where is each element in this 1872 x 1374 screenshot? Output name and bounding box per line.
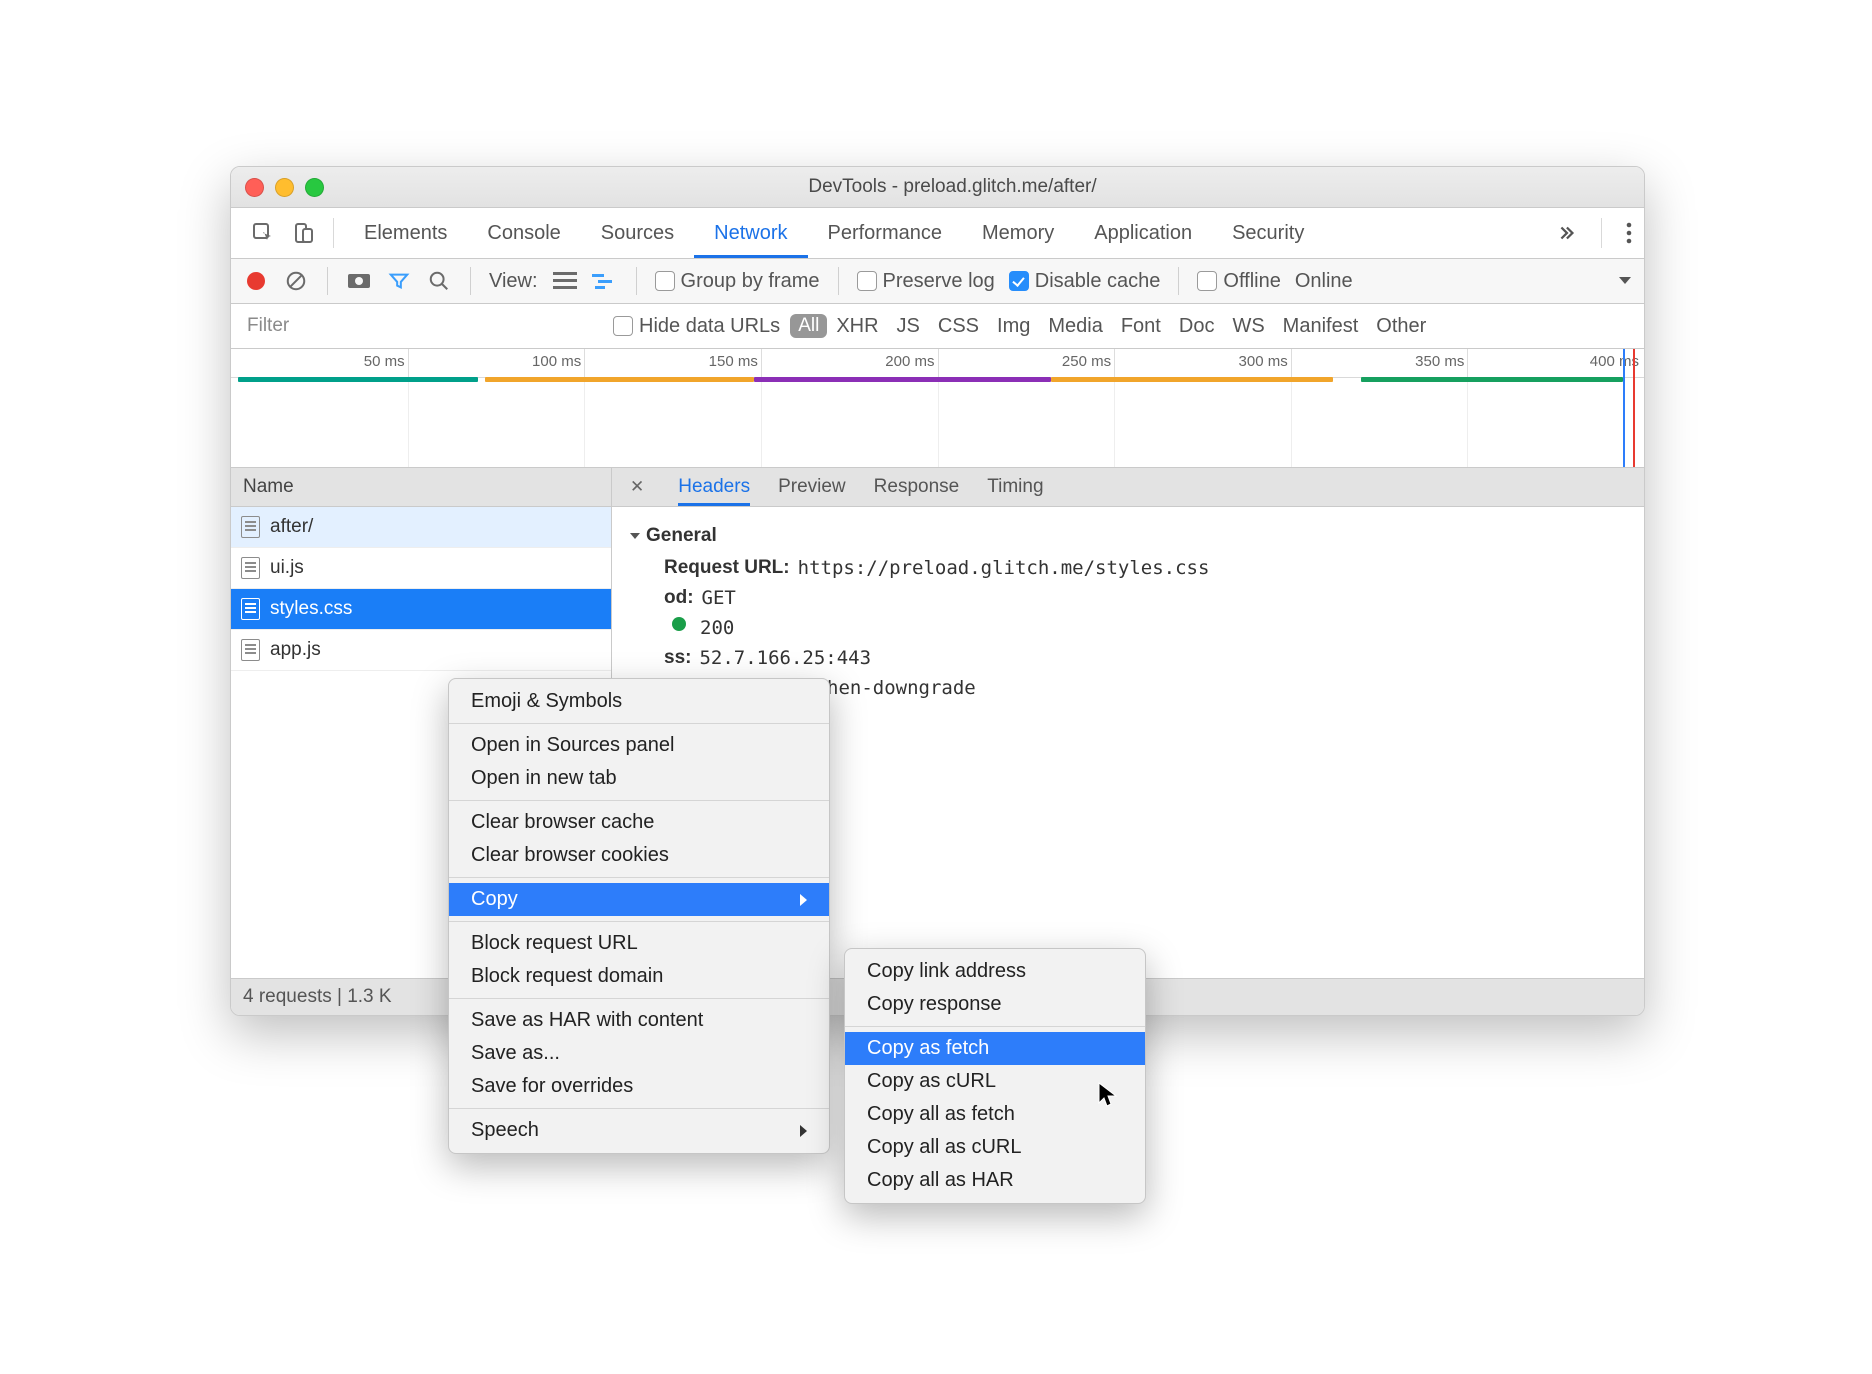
file-icon <box>241 639 260 661</box>
clear-button[interactable] <box>283 268 309 294</box>
window-title: DevTools - preload.glitch.me/after/ <box>335 176 1630 198</box>
devtools-window: DevTools - preload.glitch.me/after/ Elem… <box>230 166 1645 1016</box>
menu-item[interactable]: Clear browser cache <box>449 806 829 839</box>
request-row-selected[interactable]: styles.css <box>231 589 611 630</box>
filter-font[interactable]: Font <box>1112 315 1170 338</box>
close-details-icon[interactable]: ✕ <box>624 477 650 497</box>
filter-js[interactable]: JS <box>888 315 929 338</box>
tab-network[interactable]: Network <box>694 208 807 258</box>
status-dot-icon <box>672 617 686 631</box>
kv-method: od:GET <box>664 587 1626 609</box>
tab-application[interactable]: Application <box>1074 208 1212 258</box>
file-icon <box>241 598 260 620</box>
offline-checkbox[interactable]: Offline <box>1197 270 1280 293</box>
filter-ws[interactable]: WS <box>1223 315 1273 338</box>
preserve-log-checkbox[interactable]: Preserve log <box>857 270 995 293</box>
throttling-select[interactable]: Online <box>1295 270 1353 293</box>
tab-sources[interactable]: Sources <box>581 208 694 258</box>
cursor-icon <box>1098 1082 1118 1108</box>
hide-data-urls-checkbox[interactable]: Hide data URLs <box>613 315 780 338</box>
filter-xhr[interactable]: XHR <box>827 315 887 338</box>
details-tab-response[interactable]: Response <box>874 468 960 506</box>
details-tab-timing[interactable]: Timing <box>987 468 1043 506</box>
tab-memory[interactable]: Memory <box>962 208 1074 258</box>
filter-doc[interactable]: Doc <box>1170 315 1224 338</box>
kv-remote: ss:52.7.166.25:443 <box>664 647 1626 669</box>
waterfall-icon[interactable] <box>592 268 618 294</box>
menu-item[interactable]: Save as HAR with content <box>449 1004 829 1037</box>
details-tab-headers[interactable]: Headers <box>678 468 750 506</box>
kv-status: 200 <box>664 617 1626 639</box>
filter-bar: Hide data URLs All XHR JS CSS Img Media … <box>231 304 1644 349</box>
menu-item[interactable]: Save for overrides <box>449 1070 829 1103</box>
context-submenu[interactable]: Copy link addressCopy response Copy as fe… <box>844 948 1146 1204</box>
capture-screenshots-icon[interactable] <box>346 268 372 294</box>
large-rows-icon[interactable] <box>552 268 578 294</box>
request-list-header[interactable]: Name <box>231 468 611 507</box>
details-tab-preview[interactable]: Preview <box>778 468 846 506</box>
disclosure-triangle-icon <box>630 533 640 539</box>
file-icon <box>241 516 260 538</box>
kebab-menu-icon[interactable] <box>1626 222 1632 244</box>
disable-cache-checkbox[interactable]: Disable cache <box>1009 270 1161 293</box>
menu-item[interactable]: Copy response <box>845 988 1145 1021</box>
menu-item[interactable]: Copy all as cURL <box>845 1131 1145 1164</box>
kv-request-url: Request URL:https://preload.glitch.me/st… <box>664 557 1626 579</box>
filter-manifest[interactable]: Manifest <box>1274 315 1368 338</box>
menu-item[interactable]: Speech <box>449 1114 829 1147</box>
menu-item[interactable]: Open in Sources panel <box>449 729 829 762</box>
network-overview[interactable]: 50 ms 100 ms 150 ms 200 ms 250 ms 300 ms… <box>231 349 1644 468</box>
tab-performance[interactable]: Performance <box>808 208 963 258</box>
menu-item[interactable]: Copy link address <box>845 955 1145 988</box>
record-button[interactable] <box>243 268 269 294</box>
filter-input[interactable] <box>231 304 613 348</box>
menu-item[interactable]: Block request domain <box>449 960 829 993</box>
section-general[interactable]: General <box>630 525 1626 547</box>
submenu-arrow-icon <box>800 1125 807 1137</box>
tabs-overflow-icon[interactable] <box>1555 222 1577 244</box>
filter-css[interactable]: CSS <box>929 315 988 338</box>
window-close-button[interactable] <box>245 178 264 197</box>
inspect-element-icon[interactable] <box>249 219 277 247</box>
search-icon[interactable] <box>426 268 452 294</box>
menu-item[interactable]: Block request URL <box>449 927 829 960</box>
window-controls <box>245 178 324 197</box>
menu-item[interactable]: Save as... <box>449 1037 829 1070</box>
menu-item[interactable]: Copy as fetch <box>845 1032 1145 1065</box>
request-row[interactable]: app.js <box>231 630 611 671</box>
file-icon <box>241 557 260 579</box>
request-row[interactable]: ui.js <box>231 548 611 589</box>
view-label: View: <box>489 270 538 293</box>
filter-img[interactable]: Img <box>988 315 1039 338</box>
main-tabstrip: Elements Console Sources Network Perform… <box>231 208 1644 259</box>
network-toolbar: View: Group by frame Preserve log Disabl… <box>231 259 1644 304</box>
menu-item[interactable]: Copy <box>449 883 829 916</box>
filter-other[interactable]: Other <box>1367 315 1435 338</box>
tab-console[interactable]: Console <box>467 208 580 258</box>
menu-item[interactable]: Copy all as HAR <box>845 1164 1145 1197</box>
menu-item[interactable]: Open in new tab <box>449 762 829 795</box>
submenu-arrow-icon <box>800 894 807 906</box>
tab-security[interactable]: Security <box>1212 208 1324 258</box>
details-tabstrip: ✕ Headers Preview Response Timing <box>612 468 1644 507</box>
window-zoom-button[interactable] <box>305 178 324 197</box>
tab-elements[interactable]: Elements <box>344 208 467 258</box>
filter-media[interactable]: Media <box>1039 315 1111 338</box>
window-minimize-button[interactable] <box>275 178 294 197</box>
menu-item[interactable]: Emoji & Symbols <box>449 685 829 718</box>
context-menu[interactable]: Emoji & Symbols Open in Sources panelOpen… <box>448 678 830 1154</box>
device-mode-icon[interactable] <box>289 219 317 247</box>
throttling-dropdown-arrow-icon[interactable] <box>1618 276 1632 286</box>
filter-icon[interactable] <box>386 268 412 294</box>
menu-item[interactable]: Clear browser cookies <box>449 839 829 872</box>
group-by-frame-checkbox[interactable]: Group by frame <box>655 270 820 293</box>
titlebar: DevTools - preload.glitch.me/after/ <box>231 167 1644 208</box>
filter-all-pill[interactable]: All <box>790 314 827 338</box>
request-row[interactable]: after/ <box>231 507 611 548</box>
